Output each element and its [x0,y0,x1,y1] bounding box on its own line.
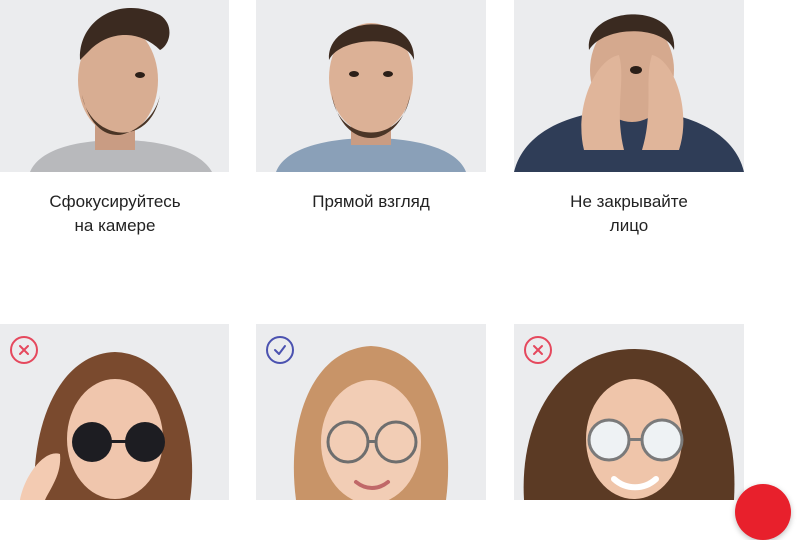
photo-man-looking-aside [0,0,229,172]
checkmark-icon [274,345,286,355]
cross-icon [19,345,29,355]
caption-line-1: Сфокусируйтесь [49,192,181,211]
caption-line-1: Прямой взгляд [312,192,430,211]
cross-icon [533,345,543,355]
caption-dont-cover-face: Не закрывайте лицо [514,190,744,238]
photo-card-direct-gaze [256,0,486,172]
photo-card-clear-glasses [256,324,486,500]
floating-action-button[interactable] [735,484,791,540]
caption-line-1: Не закрывайте [570,192,688,211]
photo-man-looking-straight [256,0,486,172]
photo-card-face-covered [514,0,744,172]
caption-direct-gaze: Прямой взгляд [256,190,486,214]
caption-line-2: лицо [609,216,649,235]
caption-line-2: на камере [74,216,156,235]
correct-badge [266,336,294,364]
photo-card-glare-glasses [514,324,744,500]
photo-card-sunglasses [0,324,229,500]
photo-man-covering-face [514,0,744,172]
photo-card-focus-camera [0,0,229,172]
incorrect-badge [524,336,552,364]
incorrect-badge [10,336,38,364]
caption-focus-camera: Сфокусируйтесь на камере [0,190,230,238]
